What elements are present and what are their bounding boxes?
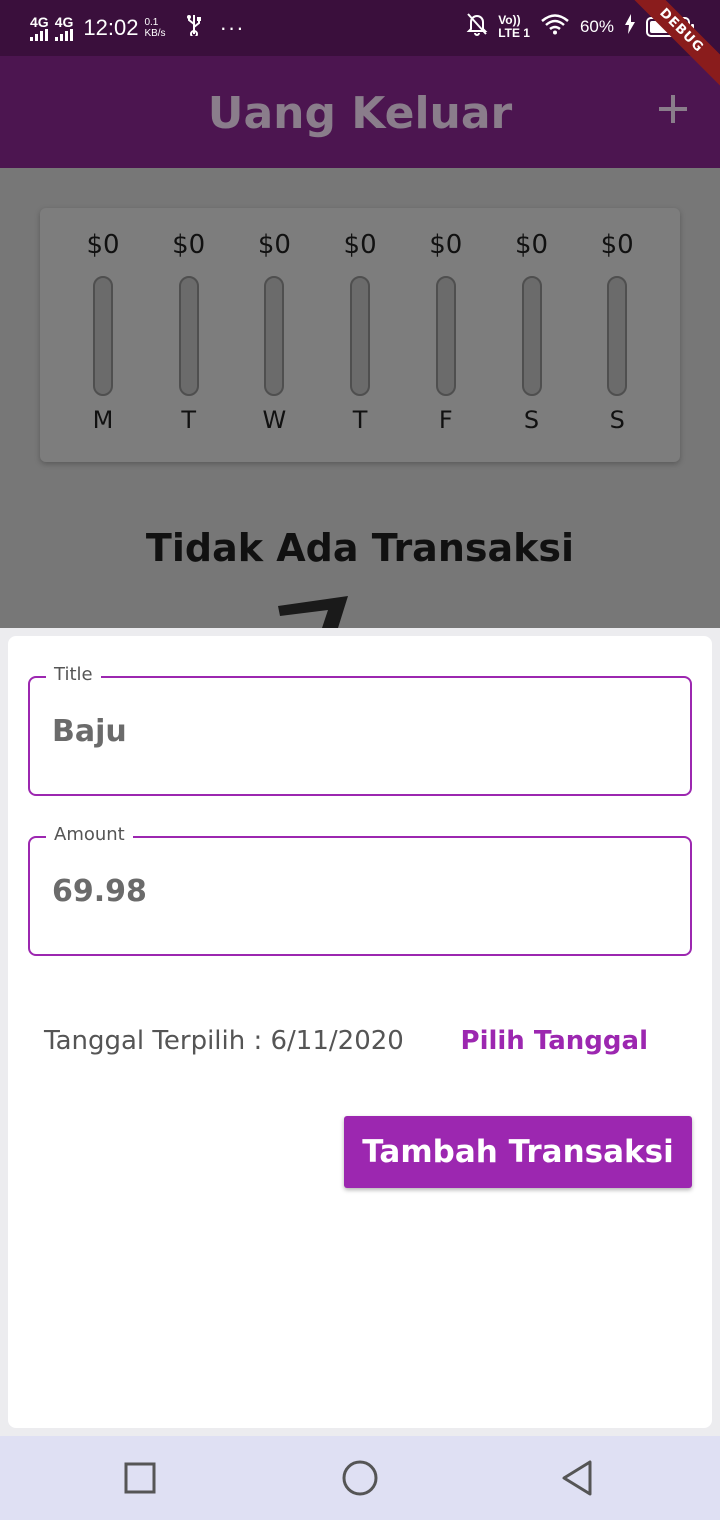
chart-bar-amount: $0 (343, 230, 377, 260)
chart-day-label: T (352, 406, 368, 434)
chart-day-label: S (523, 406, 540, 434)
chart-bar-amount: $0 (86, 230, 120, 260)
network-type-1: 4G (30, 14, 49, 30)
add-transaction-button[interactable]: Tambah Transaksi (344, 1116, 692, 1188)
signal-bars-icon (54, 29, 73, 41)
signal-bars-icon (30, 29, 48, 41)
chart-bar-column: $0 S (502, 208, 562, 462)
mute-notifications-icon (466, 12, 488, 41)
weekly-chart: $0 M $0 T $0 W $0 T $0 F $0 S $0 S (40, 208, 680, 462)
pick-date-button[interactable]: Pilih Tanggal (461, 1026, 648, 1056)
chart-bar-column: $0 F (416, 208, 476, 462)
signal-indicator-1: 4G (30, 15, 49, 41)
triangle-back-icon[interactable] (558, 1458, 598, 1498)
volte-top: Vo)) (498, 12, 521, 27)
chart-bar-track (264, 276, 285, 396)
chart-day-label: S (609, 406, 625, 434)
chart-bar-column: $0 T (159, 208, 219, 462)
system-nav-bar (0, 1436, 720, 1520)
usb-icon (186, 14, 202, 42)
title-label: Title (46, 664, 101, 685)
empty-state-illustration (276, 592, 350, 628)
charging-icon (624, 14, 636, 39)
add-transaction-sheet: Title Amount Tanggal Terpilih : 6/11/202… (8, 636, 712, 1428)
amount-field[interactable]: Amount (28, 824, 692, 956)
chart-bar-column: $0 M (73, 208, 133, 462)
network-speed: 0.1 KB/s (144, 17, 165, 39)
chart-bar-amount: $0 (429, 230, 463, 260)
volte-bottom: LTE 1 (498, 25, 530, 40)
chart-bar-amount: $0 (257, 230, 291, 260)
status-bar: 4G 4G 12:02 0.1 KB/s ··· Vo)) LTE 1 60% (0, 0, 720, 56)
app-title: Uang Keluar (207, 88, 513, 139)
chart-bar-amount: $0 (514, 230, 549, 260)
square-icon[interactable] (120, 1458, 160, 1498)
chart-bar-track (350, 276, 371, 396)
more-notifications-icon: ··· (219, 15, 245, 40)
chart-bar-track (93, 276, 113, 396)
wifi-icon (540, 13, 570, 40)
chart-bar-track (435, 276, 456, 396)
chart-bar-amount: $0 (172, 230, 206, 260)
chart-bar-column: $0 S (587, 208, 647, 462)
chart-day-label: T (181, 406, 197, 434)
speed-unit: KB/s (144, 28, 166, 39)
amount-label: Amount (46, 824, 133, 845)
selected-date-text: Tanggal Terpilih : 6/11/2020 (44, 1026, 404, 1056)
title-input[interactable] (52, 714, 652, 749)
chart-bar-amount: $0 (600, 230, 634, 260)
chart-day-label: M (92, 406, 114, 434)
volte-indicator: Vo)) LTE 1 (498, 12, 530, 40)
date-row: Tanggal Terpilih : 6/11/2020 Pilih Tangg… (44, 1026, 664, 1066)
chart-bar-track (178, 276, 199, 396)
chart-day-label: F (438, 406, 453, 434)
signal-indicator-2: 4G (54, 14, 74, 41)
app-bar: Uang Keluar (0, 56, 720, 168)
speed-value: 0.1 (144, 17, 159, 28)
clock: 12:02 (83, 15, 139, 40)
battery-percent: 60% (579, 16, 614, 36)
title-field[interactable]: Title (28, 664, 692, 796)
empty-state-text: Tidak Ada Transaksi (145, 526, 575, 570)
amount-input[interactable] (52, 874, 652, 909)
chart-bar-column: $0 W (244, 208, 304, 462)
chart-bar-track (607, 276, 628, 396)
chart-day-label: W (262, 406, 287, 434)
circle-icon[interactable] (340, 1458, 380, 1498)
network-type-2: 4G (54, 14, 74, 30)
chart-bar-track (521, 276, 542, 396)
plus-icon[interactable] (658, 94, 688, 124)
chart-bar-column: $0 T (330, 208, 390, 462)
